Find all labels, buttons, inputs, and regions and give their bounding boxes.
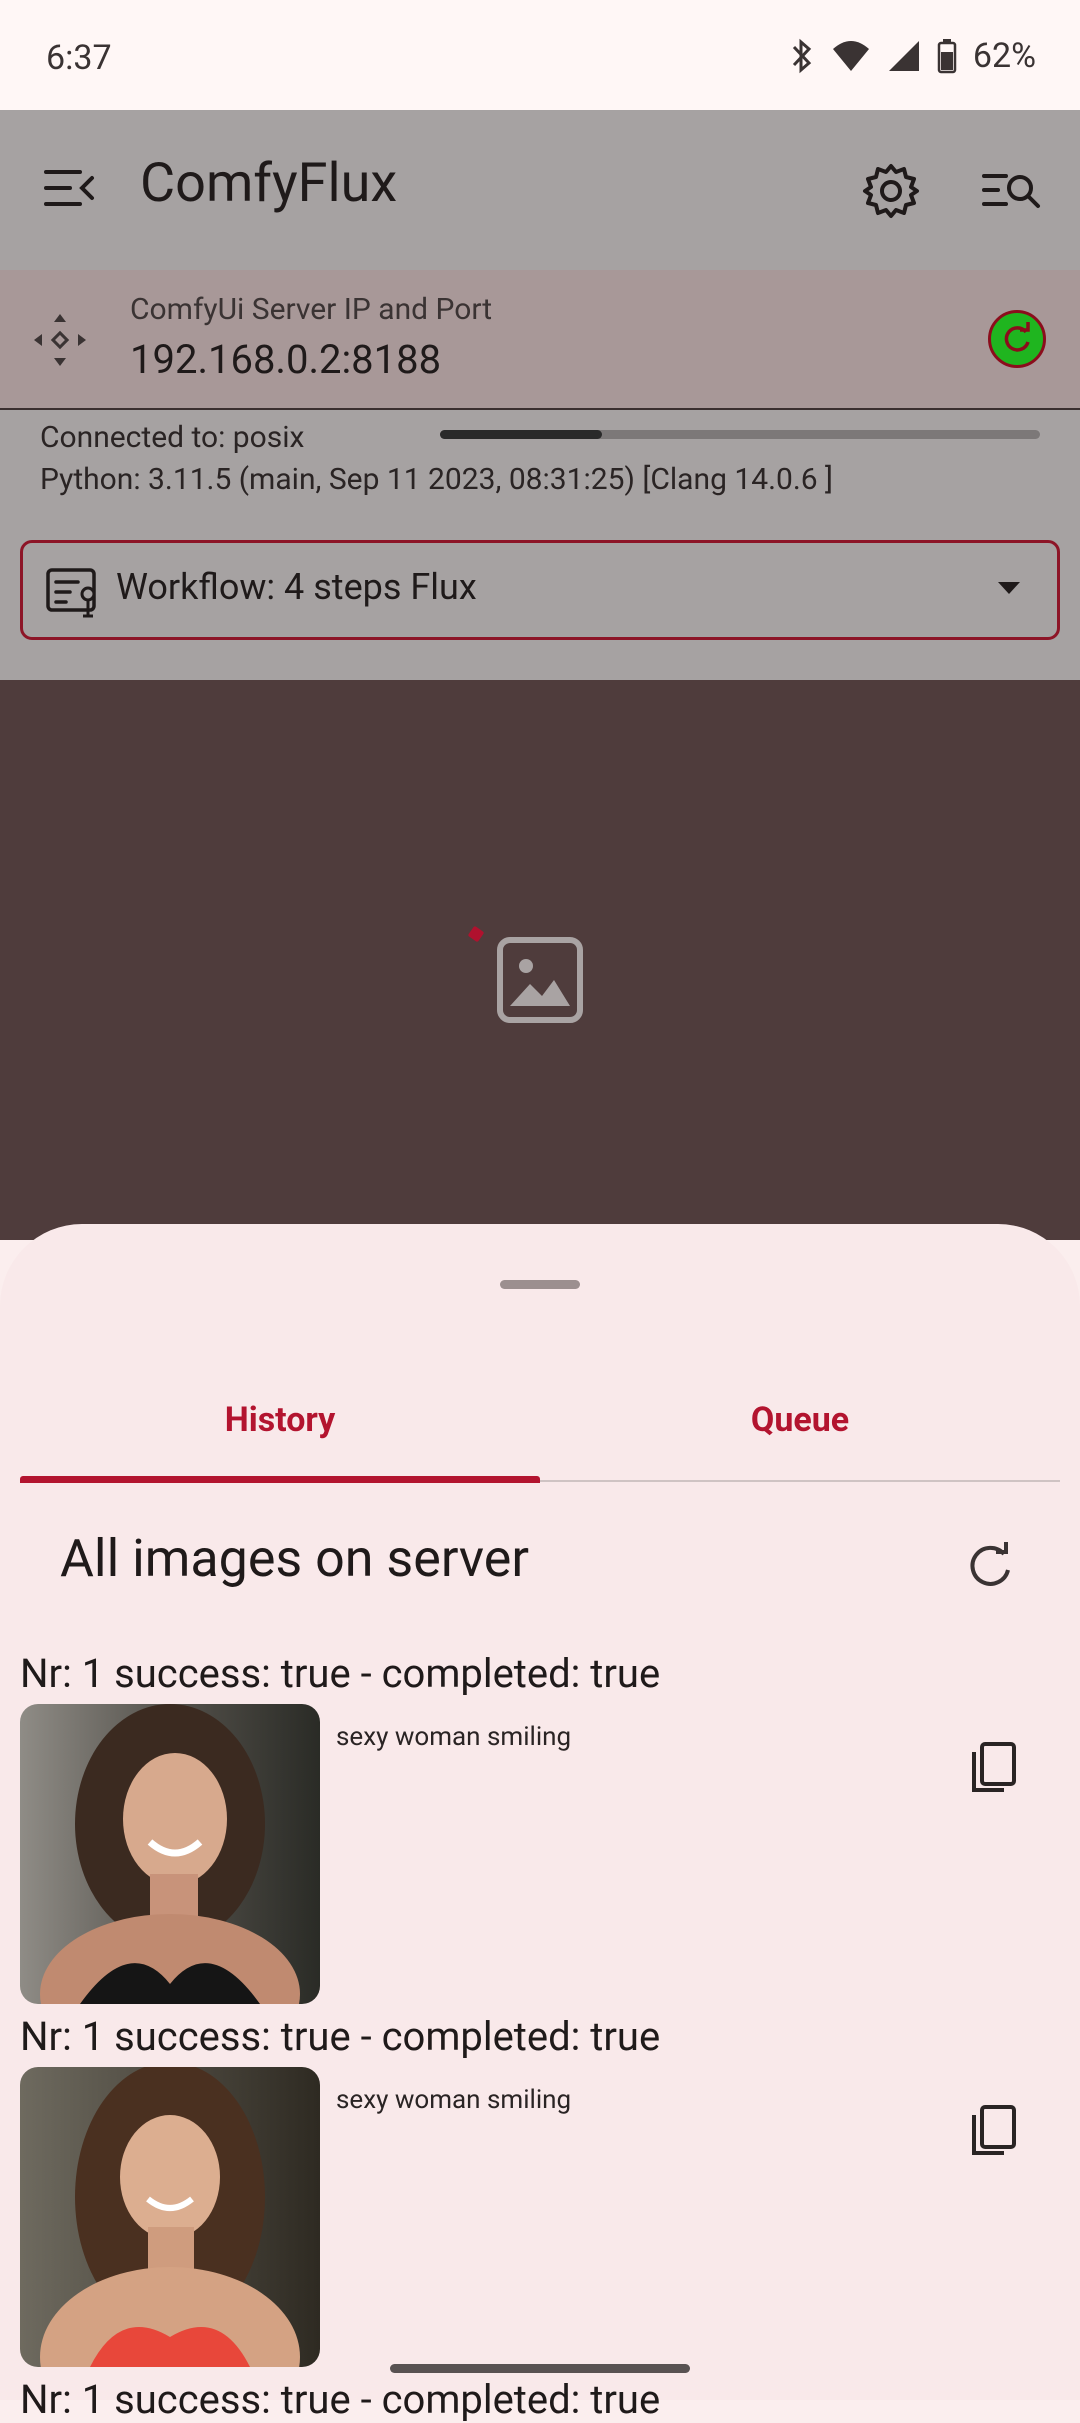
signal-icon <box>888 41 919 71</box>
search-list-icon[interactable] <box>980 160 1042 222</box>
status-icons: 62% <box>789 34 1036 78</box>
reconnect-button[interactable] <box>988 310 1046 368</box>
sheet-drag-handle[interactable] <box>500 1280 580 1289</box>
copy-icon[interactable] <box>962 2095 1026 2159</box>
drag-pan-icon <box>34 314 86 366</box>
history-entry-title: Nr: 1 success: true - completed: true <box>20 1650 661 1697</box>
server-address-input[interactable]: 192.168.0.2:8188 <box>130 336 441 383</box>
history-thumbnail[interactable] <box>20 1704 320 2004</box>
progress-bar <box>440 430 602 439</box>
tab-history[interactable]: History <box>20 1400 540 1440</box>
battery-percent: 62% <box>972 36 1036 76</box>
gesture-nav-handle[interactable] <box>390 2364 690 2373</box>
refresh-icon <box>1004 322 1030 352</box>
battery-icon <box>937 39 957 74</box>
workflow-label: Workflow: 4 steps Flux <box>116 566 477 608</box>
workflow-icon <box>46 568 96 618</box>
history-entry-prompt: sexy woman smiling <box>336 1722 572 1752</box>
history-thumbnail[interactable] <box>20 2067 320 2367</box>
image-placeholder-icon <box>497 937 583 1023</box>
chevron-down-icon[interactable] <box>998 582 1020 594</box>
tab-active-indicator <box>20 1476 540 1483</box>
menu-icon[interactable] <box>40 160 96 216</box>
history-entry-title: Nr: 1 success: true - completed: true <box>20 2013 661 2060</box>
history-entry-prompt: sexy woman smiling <box>336 2085 572 2115</box>
refresh-icon[interactable] <box>960 1536 1020 1596</box>
python-version-text: Python: 3.11.5 (main, Sep 11 2023, 08:31… <box>40 462 834 497</box>
app-title: ComfyFlux <box>140 152 398 215</box>
settings-icon[interactable] <box>860 160 922 222</box>
section-title: All images on server <box>60 1528 529 1589</box>
connected-status-text: Connected to: posix <box>40 420 305 455</box>
copy-icon[interactable] <box>962 1732 1026 1796</box>
status-time: 6:37 <box>46 38 112 78</box>
bluetooth-icon <box>792 38 812 74</box>
wifi-icon <box>832 41 869 71</box>
server-field-label: ComfyUi Server IP and Port <box>130 292 493 327</box>
tab-queue[interactable]: Queue <box>540 1400 1060 1440</box>
